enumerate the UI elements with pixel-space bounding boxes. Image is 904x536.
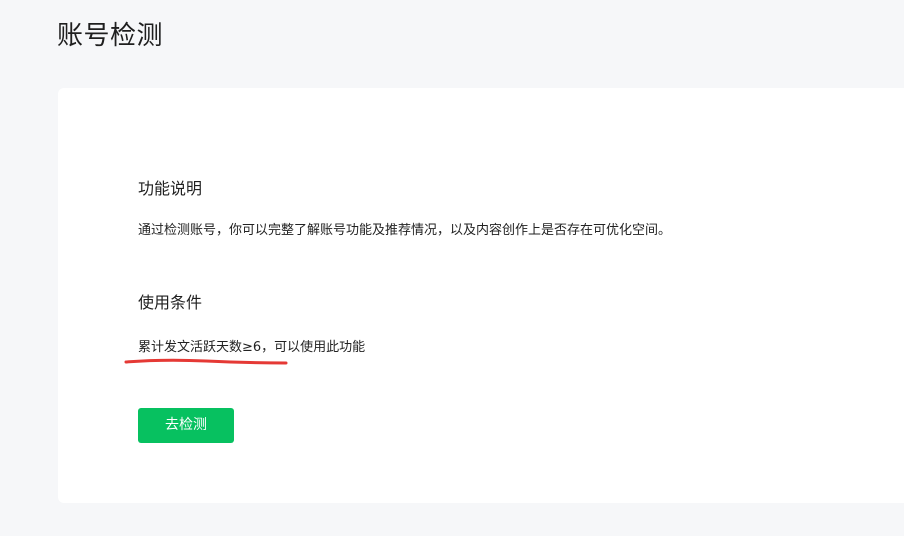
red-underline-annotation [124,358,288,365]
conditions-title: 使用条件 [138,293,203,312]
detection-card: 功能说明 通过检测账号，你可以完整了解账号功能及推荐情况，以及内容创作上是否存在… [58,88,904,503]
features-title: 功能说明 [138,179,203,198]
go-check-button[interactable]: 去检测 [138,408,234,443]
conditions-text: 累计发文活跃天数≥6，可以使用此功能 [138,340,366,355]
features-description: 通过检测账号，你可以完整了解账号功能及推荐情况，以及内容创作上是否存在可优化空间… [138,223,672,238]
page-title: 账号检测 [57,21,164,51]
